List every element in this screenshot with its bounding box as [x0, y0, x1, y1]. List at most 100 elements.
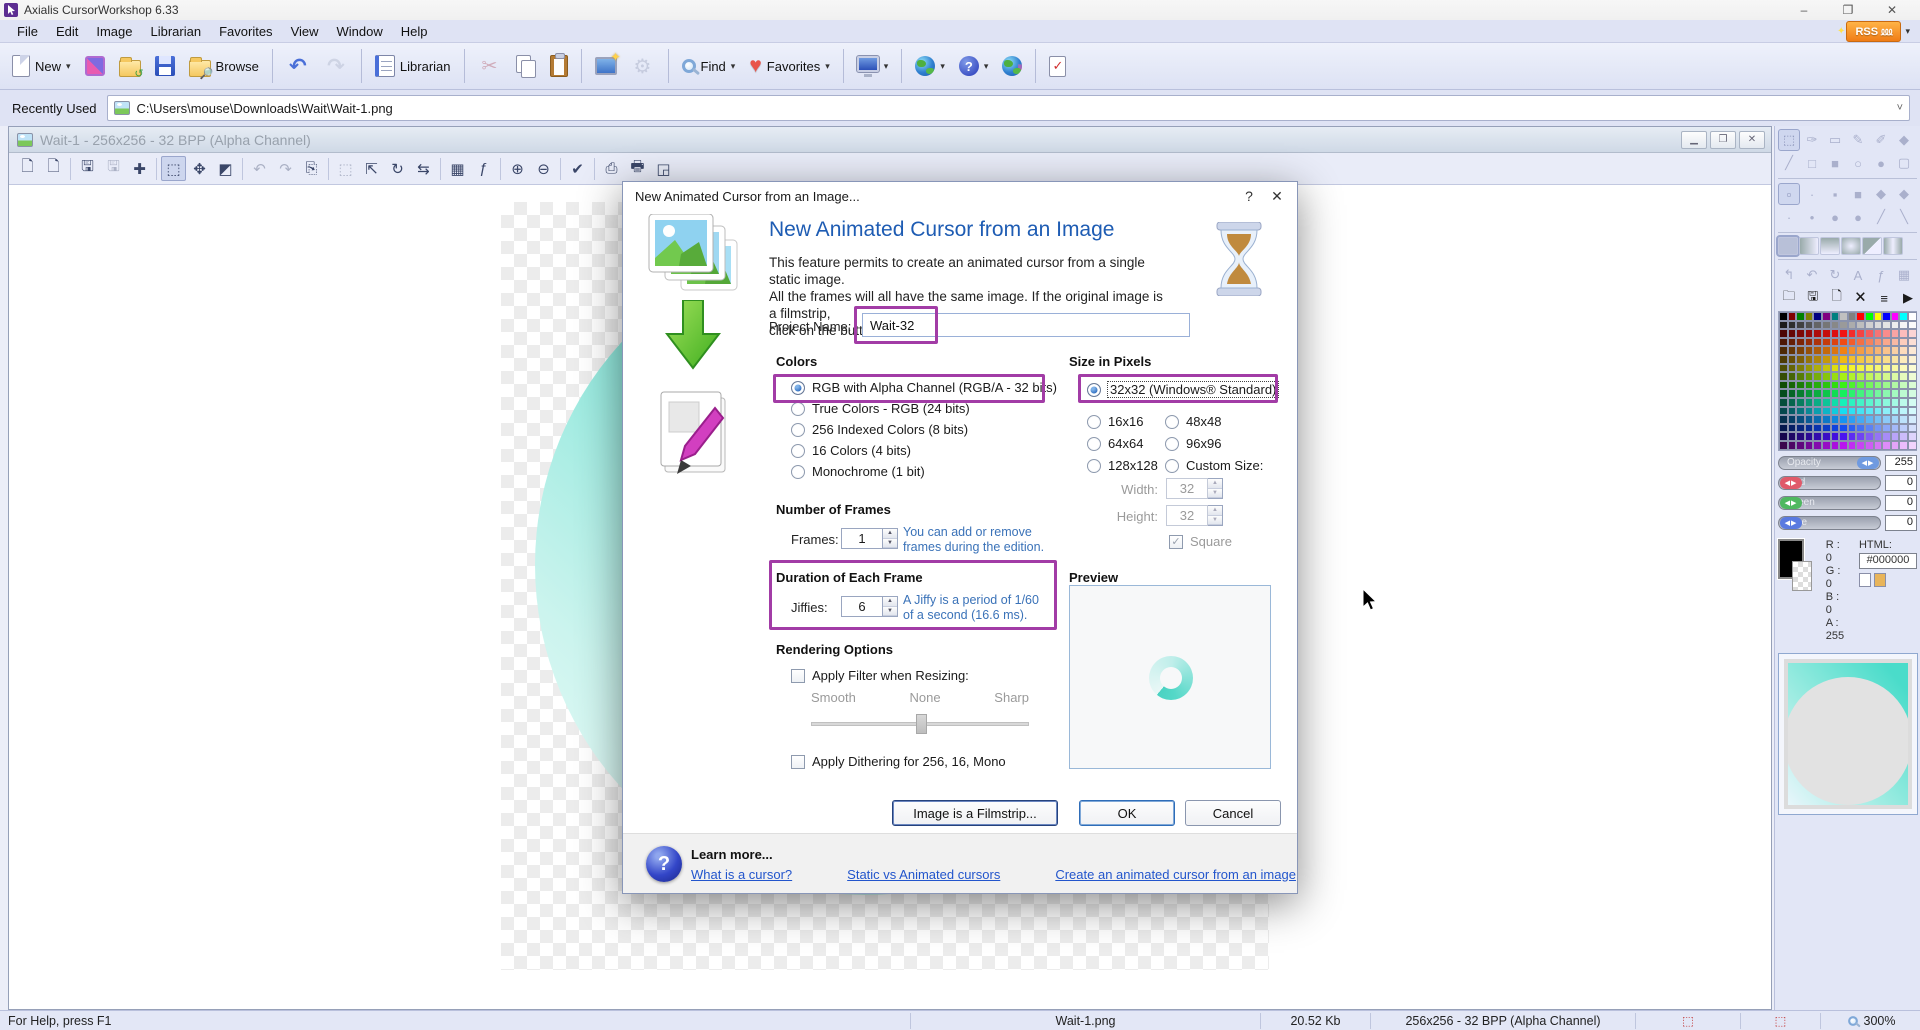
palette-color[interactable] — [1874, 346, 1883, 355]
palette-color[interactable] — [1813, 381, 1822, 390]
palette-color[interactable] — [1788, 424, 1797, 433]
palette-color[interactable] — [1805, 346, 1814, 355]
palette-color[interactable] — [1908, 389, 1917, 398]
palette-color[interactable] — [1796, 398, 1805, 407]
save-icon[interactable]: 🖫 — [75, 156, 100, 181]
palette-color[interactable] — [1788, 415, 1797, 424]
palette-color[interactable] — [1891, 407, 1900, 416]
color-option-4[interactable]: Monochrome (1 bit) — [791, 464, 1057, 479]
palette-color[interactable] — [1908, 355, 1917, 364]
palette-color[interactable] — [1839, 329, 1848, 338]
rotate-ccw-icon[interactable]: ↶ — [1801, 264, 1823, 286]
palette-color[interactable] — [1908, 338, 1917, 347]
palette-color[interactable] — [1813, 389, 1822, 398]
palette-more-icon[interactable]: ▶ — [1899, 289, 1917, 307]
palette-color[interactable] — [1856, 407, 1865, 416]
palette-color[interactable] — [1865, 389, 1874, 398]
palette-color[interactable] — [1882, 441, 1891, 450]
test-button[interactable]: ✓ — [1043, 47, 1072, 85]
palette-color[interactable] — [1805, 441, 1814, 450]
palette-color[interactable] — [1891, 312, 1900, 321]
apply-dithering-checkbox[interactable]: Apply Dithering for 256, 16, Mono — [791, 754, 1006, 769]
solid-fill-icon[interactable] — [1778, 237, 1798, 255]
green-slider[interactable]: Green◀▶0 — [1778, 495, 1917, 511]
palette-color[interactable] — [1899, 432, 1908, 441]
filmstrip-ops-icon[interactable]: ⇆ — [411, 156, 436, 181]
test-cursor-icon[interactable]: ✔ — [565, 156, 590, 181]
rotate-icon[interactable]: ↻ — [385, 156, 410, 181]
palette-color[interactable] — [1856, 372, 1865, 381]
palette-color[interactable] — [1805, 364, 1814, 373]
gradient-h-icon[interactable] — [1799, 237, 1819, 255]
brush-dot-4-icon[interactable]: ● — [1847, 206, 1869, 228]
palette-color[interactable] — [1874, 424, 1883, 433]
palette-color[interactable] — [1882, 312, 1891, 321]
palette-color[interactable] — [1891, 355, 1900, 364]
palette-color[interactable] — [1899, 415, 1908, 424]
palette-color[interactable] — [1788, 372, 1797, 381]
palette-color[interactable] — [1908, 398, 1917, 407]
palette-color[interactable] — [1908, 321, 1917, 330]
palette-color[interactable] — [1822, 381, 1831, 390]
slider-thumb-icon[interactable]: ◀▶ — [1780, 497, 1802, 509]
palette-color[interactable] — [1805, 389, 1814, 398]
print-icon[interactable]: 🖶 — [625, 156, 650, 181]
rotate-cw-icon[interactable]: ↻ — [1824, 264, 1846, 286]
palette-color[interactable] — [1899, 381, 1908, 390]
palette-color[interactable] — [1839, 407, 1848, 416]
redo-button[interactable]: ↷ — [318, 47, 354, 85]
palette-color[interactable] — [1899, 329, 1908, 338]
palette-color[interactable] — [1805, 329, 1814, 338]
size-option-custom-size-[interactable]: Custom Size: — [1165, 458, 1263, 473]
palette-color[interactable] — [1839, 389, 1848, 398]
web-button[interactable]: ▾ — [909, 47, 951, 85]
palette-color[interactable] — [1865, 355, 1874, 364]
palette-color[interactable] — [1796, 432, 1805, 441]
palette-color[interactable] — [1822, 424, 1831, 433]
footer-link-2[interactable]: Create an animated cursor from an image — [1055, 867, 1296, 882]
palette-color[interactable] — [1908, 372, 1917, 381]
palette-color[interactable] — [1813, 415, 1822, 424]
menu-help[interactable]: Help — [392, 21, 437, 42]
palette-color[interactable] — [1831, 398, 1840, 407]
palette-color[interactable] — [1891, 381, 1900, 390]
palette-color[interactable] — [1856, 364, 1865, 373]
palette-color[interactable] — [1899, 355, 1908, 364]
new-animated-cursor-icon[interactable]: 🗋 — [41, 156, 66, 181]
palette-color[interactable] — [1865, 372, 1874, 381]
color-option-0[interactable]: RGB with Alpha Channel (RGB/A - 32 bits) — [791, 380, 1057, 395]
palette-color[interactable] — [1822, 432, 1831, 441]
palette-color[interactable] — [1796, 321, 1805, 330]
palette-color[interactable] — [1848, 415, 1857, 424]
palette-color[interactable] — [1831, 329, 1840, 338]
palette-color[interactable] — [1831, 355, 1840, 364]
footer-link-0[interactable]: What is a cursor? — [691, 867, 792, 882]
slider-track[interactable]: Green◀▶ — [1778, 496, 1881, 510]
palette-color[interactable] — [1865, 407, 1874, 416]
script-f-icon[interactable]: ƒ — [1870, 264, 1892, 286]
palette-color[interactable] — [1839, 415, 1848, 424]
palette-color[interactable] — [1882, 381, 1891, 390]
palette-color[interactable] — [1831, 364, 1840, 373]
palette-color[interactable] — [1882, 321, 1891, 330]
palette-color[interactable] — [1856, 389, 1865, 398]
display-button[interactable]: ▾ — [851, 47, 895, 85]
palette-color[interactable] — [1788, 398, 1797, 407]
crop-icon[interactable]: ⬚ — [333, 156, 358, 181]
palette-color[interactable] — [1899, 364, 1908, 373]
rotate-left-icon[interactable]: ↰ — [1778, 264, 1800, 286]
palette-color[interactable] — [1882, 355, 1891, 364]
palette-color[interactable] — [1874, 312, 1883, 321]
brush-slash-1-icon[interactable]: ╱ — [1870, 206, 1892, 228]
palette-color[interactable] — [1865, 312, 1874, 321]
palette-color[interactable] — [1796, 407, 1805, 416]
swatches-icon[interactable]: ▦ — [1893, 264, 1915, 286]
palette-color[interactable] — [1899, 407, 1908, 416]
palette-color[interactable] — [1874, 329, 1883, 338]
export-icon[interactable]: ⎙ — [599, 156, 624, 181]
menu-librarian[interactable]: Librarian — [142, 21, 211, 42]
palette-color[interactable] — [1788, 329, 1797, 338]
palette-color[interactable] — [1822, 398, 1831, 407]
palette-color[interactable] — [1788, 321, 1797, 330]
palette-color[interactable] — [1796, 364, 1805, 373]
